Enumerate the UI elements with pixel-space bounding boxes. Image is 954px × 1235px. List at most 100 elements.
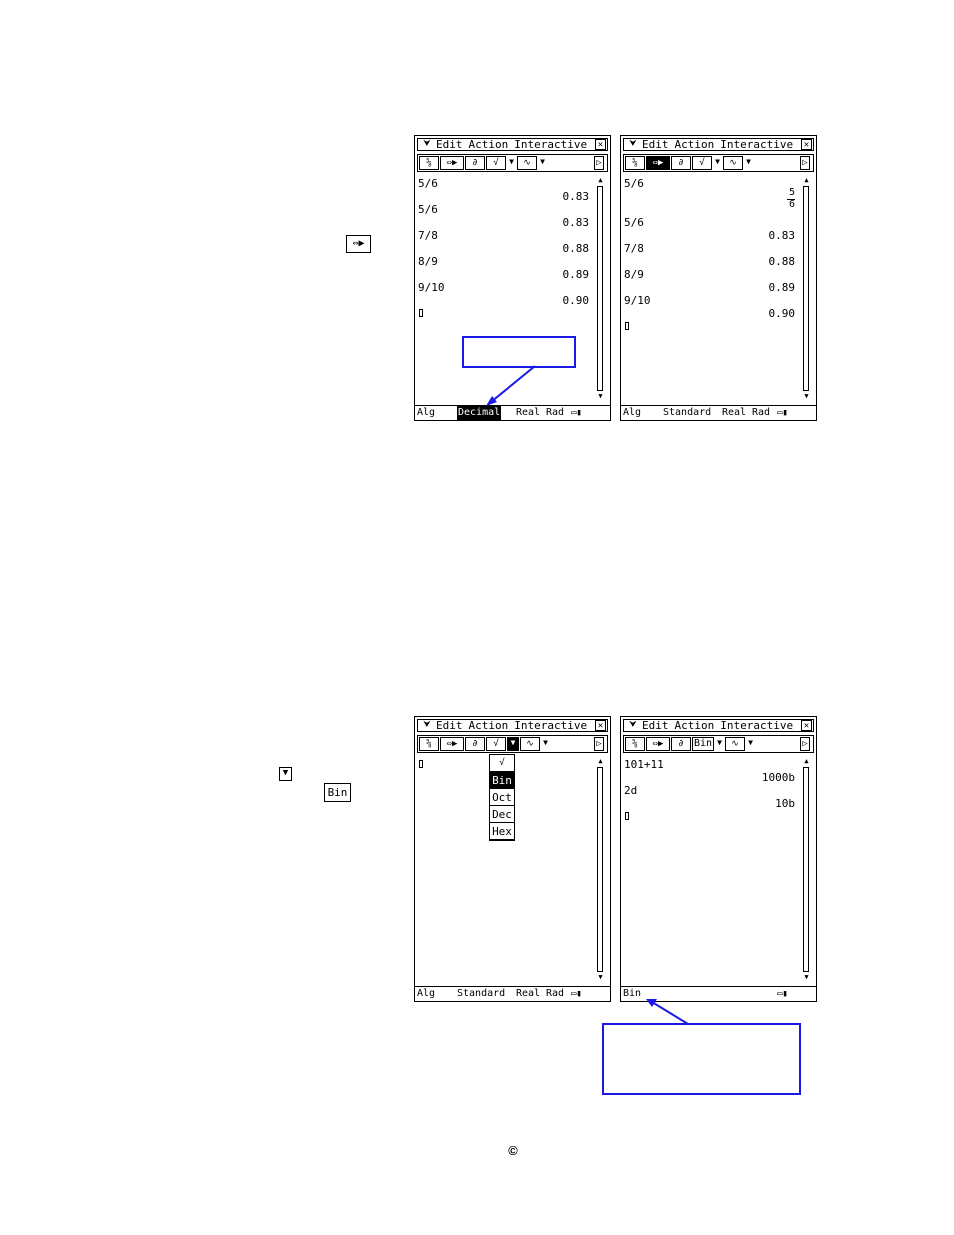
scroll-up-icon[interactable]: ▲: [595, 176, 606, 185]
transform-icon[interactable]: ⇔▶: [440, 156, 464, 170]
scroll-up-icon[interactable]: ▲: [801, 176, 812, 185]
fraction-decimal-icon[interactable]: ⅝: [625, 737, 645, 751]
graph-draw-icon[interactable]: ∿: [520, 737, 540, 751]
vertical-scrollbar[interactable]: ▲ ▼: [595, 757, 606, 982]
scroll-up-icon[interactable]: ▲: [595, 757, 606, 766]
derivative-icon[interactable]: ∂: [465, 737, 485, 751]
menu-action[interactable]: Action: [469, 720, 509, 731]
toolbar-scroll-icon[interactable]: ▷: [594, 737, 604, 751]
status-format[interactable]: Standard: [457, 987, 505, 1001]
derivative-icon[interactable]: ∂: [671, 156, 691, 170]
transform-icon-active[interactable]: ⇔▶: [646, 156, 670, 170]
work-area[interactable]: 101+11 1000b 2d 10b: [623, 756, 797, 984]
close-icon[interactable]: ✕: [595, 720, 606, 731]
dropdown-arrow-icon[interactable]: ▼: [744, 156, 753, 170]
menu-action[interactable]: Action: [469, 139, 509, 150]
bin-mode-button[interactable]: Bin: [692, 737, 714, 751]
menu-down-icon[interactable]: ⮟: [418, 139, 436, 150]
dropdown-arrow-icon[interactable]: ▼: [715, 737, 724, 751]
result-line: 0.90: [768, 307, 796, 320]
close-icon[interactable]: ✕: [801, 720, 812, 731]
toolbar-scroll-icon[interactable]: ▷: [594, 156, 604, 170]
graph-icon[interactable]: √: [486, 737, 506, 751]
dropdown-arrow-icon[interactable]: ▼: [746, 737, 755, 751]
fraction-decimal-icon[interactable]: ⅝: [419, 156, 439, 170]
menu-interactive[interactable]: Interactive: [514, 720, 587, 731]
scroll-track[interactable]: [597, 767, 603, 972]
close-icon[interactable]: ✕: [595, 139, 606, 150]
dropdown-option-oct[interactable]: Oct: [490, 789, 514, 806]
scroll-down-icon[interactable]: ▼: [595, 392, 606, 401]
graph-draw-icon[interactable]: ∿: [517, 156, 537, 170]
dropdown-arrow-icon[interactable]: ▼: [507, 156, 516, 170]
vertical-scrollbar[interactable]: ▲ ▼: [801, 757, 812, 982]
callout-arrow: [486, 365, 536, 406]
menu-edit[interactable]: Edit: [436, 139, 463, 150]
fraction-decimal-icon[interactable]: ⅝: [419, 737, 439, 751]
dropdown-arrow-active-icon[interactable]: ▼: [507, 737, 519, 751]
menu-edit[interactable]: Edit: [436, 720, 463, 731]
menu-edit[interactable]: Edit: [642, 720, 669, 731]
menu-down-icon[interactable]: ⮟: [418, 720, 436, 731]
graph-icon[interactable]: √: [486, 156, 506, 170]
derivative-icon[interactable]: ∂: [465, 156, 485, 170]
dropdown-option-dec[interactable]: Dec: [490, 806, 514, 823]
toolbar-scroll-icon[interactable]: ▷: [800, 156, 810, 170]
fraction-numerator: 5: [788, 187, 795, 198]
close-icon[interactable]: ✕: [801, 139, 812, 150]
toolbar-scroll-icon[interactable]: ▷: [800, 737, 810, 751]
graph-draw-icon[interactable]: ∿: [723, 156, 743, 170]
scroll-track[interactable]: [803, 186, 809, 391]
input-line: 8/9: [624, 268, 644, 281]
result-line: 0.89: [768, 281, 796, 294]
scroll-down-icon[interactable]: ▼: [595, 973, 606, 982]
status-format[interactable]: Standard: [663, 406, 711, 420]
input-line: 5/6: [624, 216, 644, 229]
scroll-down-icon[interactable]: ▼: [801, 973, 812, 982]
calculator-screen-standard: ⮟ Edit Action Interactive ✕ ⅝ ⇔▶ ∂ √ ▼ ∿…: [620, 135, 817, 421]
menu-action[interactable]: Action: [675, 720, 715, 731]
menu-action[interactable]: Action: [675, 139, 715, 150]
text-cursor: [419, 309, 423, 317]
status-mode: Alg: [417, 988, 436, 999]
vertical-scrollbar[interactable]: ▲ ▼: [595, 176, 606, 401]
menu-interactive[interactable]: Interactive: [514, 139, 587, 150]
status-angle: Rad: [546, 988, 565, 999]
dropdown-arrow-icon: ▼: [279, 767, 292, 781]
work-area[interactable]: 5/6 5 6 5/6 0.83 7/8 0.88 8/9 0.89 9/10 …: [623, 175, 797, 403]
calculator-screen-dropdown: ⮟ Edit Action Interactive ✕ ⅝ ⇔▶ ∂ √ ▼ ∿…: [414, 716, 611, 1002]
menu-down-icon[interactable]: ⮟: [624, 720, 642, 731]
result-line: 0.88: [768, 255, 796, 268]
input-line: 5/6: [418, 203, 438, 216]
scroll-track[interactable]: [803, 767, 809, 972]
graph-icon[interactable]: √: [692, 156, 712, 170]
number-base-dropdown[interactable]: √ Bin Oct Dec Hex: [489, 754, 515, 841]
input-line: 7/8: [624, 242, 644, 255]
vertical-scrollbar[interactable]: ▲ ▼: [801, 176, 812, 401]
menu-edit[interactable]: Edit: [642, 139, 669, 150]
dropdown-arrow-icon[interactable]: ▼: [541, 737, 550, 751]
derivative-icon[interactable]: ∂: [671, 737, 691, 751]
toolbar: ⅝ ⇔▶ ∂ √ ▼ ∿ ▼ ▷: [417, 154, 608, 172]
menu-down-icon[interactable]: ⮟: [624, 139, 642, 150]
graph-option-icon[interactable]: √: [490, 755, 514, 772]
menu-interactive[interactable]: Interactive: [720, 139, 793, 150]
status-mode-bin[interactable]: Bin: [623, 987, 641, 1001]
battery-icon: ▭▮: [777, 408, 788, 418]
dropdown-arrow-icon[interactable]: ▼: [538, 156, 547, 170]
scroll-track[interactable]: [597, 186, 603, 391]
dropdown-arrow-icon[interactable]: ▼: [713, 156, 722, 170]
scroll-up-icon[interactable]: ▲: [801, 757, 812, 766]
input-line: 8/9: [418, 255, 438, 268]
text-cursor: [625, 322, 629, 330]
dropdown-option-bin[interactable]: Bin: [490, 772, 514, 789]
input-line: 5/6: [624, 177, 644, 190]
scroll-down-icon[interactable]: ▼: [801, 392, 812, 401]
transform-icon[interactable]: ⇔▶: [646, 737, 670, 751]
status-real: Real: [516, 988, 541, 999]
graph-draw-icon[interactable]: ∿: [725, 737, 745, 751]
fraction-decimal-icon[interactable]: ⅝: [625, 156, 645, 170]
dropdown-option-hex[interactable]: Hex: [490, 823, 514, 840]
transform-icon[interactable]: ⇔▶: [440, 737, 464, 751]
menu-interactive[interactable]: Interactive: [720, 720, 793, 731]
